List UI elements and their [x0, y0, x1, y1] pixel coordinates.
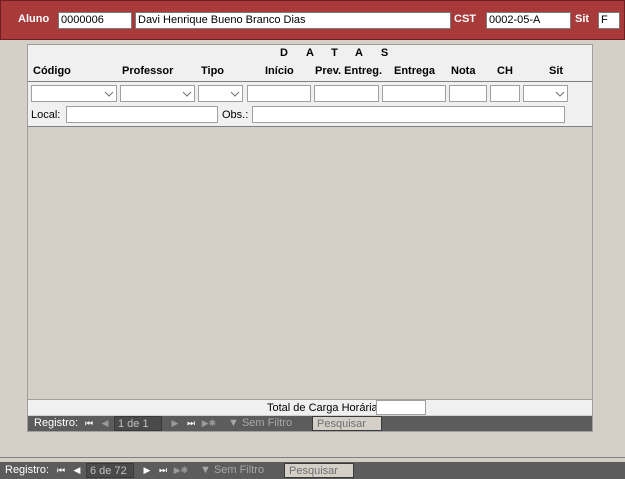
inicio-field[interactable] [247, 85, 311, 102]
form-divider [0, 457, 625, 458]
local-label: Local: [31, 109, 61, 121]
next-record-icon[interactable]: ▶ [170, 416, 180, 431]
funnel-icon: ▼ [228, 417, 239, 429]
prev-record-icon[interactable]: ◀ [100, 416, 110, 431]
filter-button[interactable]: ▼ Sem Filtro [200, 463, 264, 478]
chevron-down-icon[interactable] [104, 89, 114, 99]
first-record-icon[interactable]: ⏮ [56, 463, 66, 478]
sit-field[interactable]: F [598, 12, 620, 29]
last-record-icon[interactable]: ⏭ [158, 463, 168, 478]
obs-label: Obs.: [222, 109, 249, 121]
funnel-icon: ▼ [200, 464, 211, 476]
subform-header: DATAS Código Professor Tipo Início Prev.… [28, 45, 592, 127]
col-ch: CH [497, 65, 513, 77]
col-codigo: Código [33, 65, 71, 77]
nota-field[interactable] [449, 85, 487, 102]
record-label: Registro: [5, 464, 50, 476]
col-nota: Nota [451, 65, 476, 77]
record-counter[interactable]: 6 de 72 [86, 463, 134, 478]
chevron-down-icon[interactable] [230, 89, 240, 99]
chevron-down-icon[interactable] [182, 89, 192, 99]
subform-record-navigator: Registro: ⏮ ◀ 1 de 1 ▶ ⏭ ▶✱ ▼ Sem Filtro… [28, 416, 592, 431]
filter-button[interactable]: ▼ Sem Filtro [228, 416, 292, 431]
prev-entreg-field[interactable] [314, 85, 379, 102]
total-field[interactable] [376, 400, 426, 415]
codigo-combo[interactable] [31, 85, 117, 102]
col-professor: Professor [122, 65, 174, 77]
search-input[interactable]: Pesquisar [312, 416, 382, 431]
record-counter[interactable]: 1 de 1 [114, 416, 162, 431]
sit-label: Sit [575, 13, 590, 25]
next-record-icon[interactable]: ▶ [142, 463, 152, 478]
cst-field[interactable]: 0002-05-A [486, 12, 571, 29]
col-entrega: Entrega [394, 65, 435, 77]
col-sit: Sit [549, 65, 564, 77]
header-divider [28, 81, 592, 82]
col-inicio: Início [265, 65, 294, 77]
entrega-field[interactable] [382, 85, 446, 102]
tipo-combo[interactable] [198, 85, 243, 102]
activities-subform: DATAS Código Professor Tipo Início Prev.… [27, 44, 593, 432]
aluno-code-field[interactable]: 0000006 [58, 12, 132, 29]
ch-field[interactable] [490, 85, 520, 102]
student-header: Aluno 0000006 Davi Henrique Bueno Branco… [0, 0, 625, 40]
new-record-icon[interactable]: ▶✱ [201, 416, 217, 431]
total-label: Total de Carga Horária [267, 402, 378, 414]
last-record-icon[interactable]: ⏭ [186, 416, 196, 431]
filter-label: Sem Filtro [241, 417, 293, 429]
col-tipo: Tipo [201, 65, 225, 77]
new-record-icon[interactable]: ▶✱ [173, 463, 189, 478]
form-record-navigator: Registro: ⏮ ◀ 6 de 72 ▶ ⏭ ▶✱ ▼ Sem Filtr… [0, 462, 625, 479]
col-prev-entreg: Prev. Entreg. [315, 65, 383, 77]
prev-record-icon[interactable]: ◀ [72, 463, 82, 478]
first-record-icon[interactable]: ⏮ [84, 416, 94, 431]
obs-field[interactable] [252, 106, 565, 123]
datas-caption: DATAS [280, 47, 407, 59]
filter-label: Sem Filtro [213, 464, 265, 476]
sit-combo[interactable] [523, 85, 568, 102]
total-row: Total de Carga Horária [28, 399, 592, 415]
search-input[interactable]: Pesquisar [284, 463, 354, 478]
local-field[interactable] [66, 106, 218, 123]
aluno-name-field[interactable]: Davi Henrique Bueno Branco Dias [135, 12, 451, 29]
record-label: Registro: [34, 417, 79, 429]
professor-combo[interactable] [120, 85, 195, 102]
aluno-label: Aluno [18, 13, 50, 25]
cst-label: CST [454, 13, 476, 25]
chevron-down-icon[interactable] [555, 89, 565, 99]
